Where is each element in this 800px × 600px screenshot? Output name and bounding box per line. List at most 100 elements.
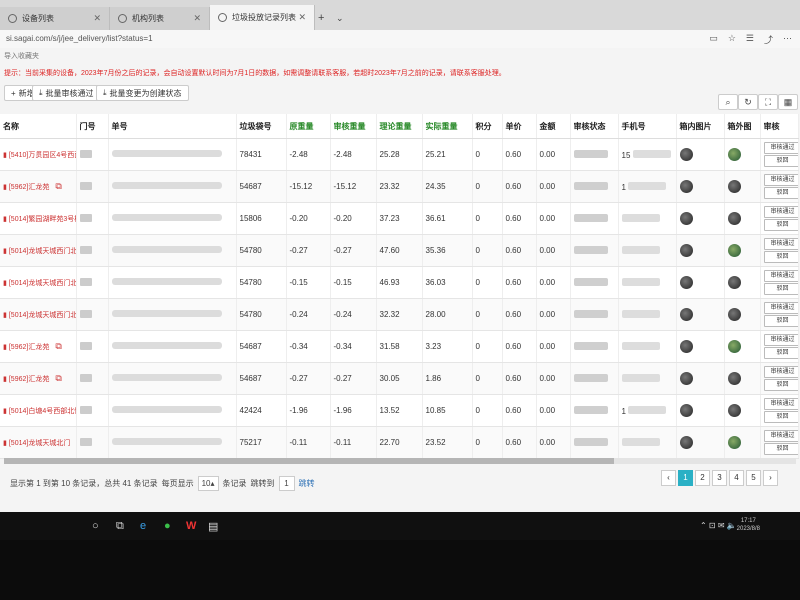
page-size-select[interactable]: 10 ▴ xyxy=(197,476,219,491)
tray-icons[interactable]: ⌃ ⊡ ✉ 🔈 xyxy=(700,521,737,530)
scrollbar-thumb[interactable] xyxy=(4,458,614,464)
page-button-1[interactable]: 1 xyxy=(678,470,693,486)
fullscreen-icon[interactable]: ⛶ xyxy=(758,94,778,110)
audit-reject-button[interactable]: 驳回 xyxy=(763,411,797,423)
table-row[interactable]: ▮[5410]万贯园区4号西面⧉78431-2.48-2.4825.2825.2… xyxy=(0,138,799,171)
col-header-order[interactable]: 单号 xyxy=(108,114,237,139)
close-icon[interactable]: ✕ xyxy=(193,13,201,24)
notepad-icon[interactable]: ▤ xyxy=(208,520,218,533)
site-name[interactable]: [5014]龙城天城西门北侧 xyxy=(9,312,75,319)
outside-image-thumbnail[interactable] xyxy=(727,148,741,161)
page-button-3[interactable]: 3 xyxy=(712,470,727,486)
col-header-outside-image[interactable]: 箱外图 xyxy=(724,114,761,139)
col-header-status[interactable]: 审核状态 xyxy=(570,114,619,139)
table-row[interactable]: ▮[5014]龙城天城西门北侧⧉54780-0.27-0.2747.6035.3… xyxy=(0,234,799,267)
site-name[interactable]: [5014]龙城天城西门北侧 xyxy=(9,280,75,287)
inside-image-thumbnail[interactable] xyxy=(679,372,693,385)
page-button-2[interactable]: 2 xyxy=(695,470,710,486)
col-header-name[interactable]: 名称 xyxy=(0,114,77,139)
site-name[interactable]: [5014]龙城天城北门 xyxy=(9,440,70,447)
batch-change-button[interactable]: ⤓ 批量变更为创建状态 xyxy=(96,85,189,101)
audit-pass-button[interactable]: 审核通过 xyxy=(763,238,797,250)
table-row[interactable]: ▮[5014]繁园湖畔苑3号楼旁⧉15806-0.20-0.2037.2336.… xyxy=(0,202,799,235)
refresh-icon[interactable]: ↻ xyxy=(738,94,758,110)
table-row[interactable]: ▮[5014]龙城天城北门⧉75217-0.11-0.1122.7023.520… xyxy=(0,426,799,459)
favorite-star-icon[interactable]: ☆ xyxy=(728,33,736,46)
audit-reject-button[interactable]: 驳回 xyxy=(763,315,797,327)
wps-icon[interactable]: W xyxy=(186,520,196,532)
col-header-points[interactable]: 积分 xyxy=(472,114,503,139)
name-cell[interactable]: ▮ [5962]汇龙苑 ⧉ xyxy=(0,330,77,363)
table-row[interactable]: ▮[5014]龙城天城西门北侧⧉54780-0.24-0.2432.3228.0… xyxy=(0,298,799,331)
audit-pass-button[interactable]: 审核通过 xyxy=(763,174,797,186)
col-header-orig-weight[interactable]: 原重量 xyxy=(286,114,331,139)
table-row[interactable]: ▮ [5962]汇龙苑 ⧉ 54687 -0.27 -0.27 30.05 1.86 0 0.60… xyxy=(0,362,799,395)
outside-image-thumbnail[interactable] xyxy=(727,340,741,353)
audit-reject-button[interactable]: 驳回 xyxy=(763,219,797,231)
site-name[interactable]: [5962]汇龙苑 xyxy=(9,344,49,351)
inside-image-thumbnail[interactable] xyxy=(679,148,693,161)
col-header-inside-image[interactable]: 箱内图片 xyxy=(676,114,725,139)
inside-image-thumbnail[interactable] xyxy=(679,404,693,417)
site-name[interactable]: [5962]汇龙苑 xyxy=(9,376,49,383)
tab-garbage-records[interactable]: 垃圾投放记录列表 ✕ xyxy=(210,5,315,30)
name-cell[interactable]: ▮[5014]龙城天城西门北侧⧉ xyxy=(0,298,77,331)
taskbar-clock[interactable]: 17:17 2023/8/8 xyxy=(737,517,760,533)
audit-pass-button[interactable]: 审核通过 xyxy=(763,366,797,378)
share-icon[interactable]: ⤴ xyxy=(764,33,773,46)
reading-view-icon[interactable]: ▭ xyxy=(709,33,718,46)
tab-device-list[interactable]: 设备列表 ✕ xyxy=(0,7,110,30)
outside-image-thumbnail[interactable] xyxy=(727,404,741,417)
audit-reject-button[interactable]: 驳回 xyxy=(763,379,797,391)
col-header-audit[interactable]: 审核 xyxy=(760,114,799,139)
audit-reject-button[interactable]: 驳回 xyxy=(763,251,797,263)
address-bar[interactable]: si.sagai.com/s/j/jee_delivery/list?statu… xyxy=(0,30,800,49)
audit-pass-button[interactable]: 审核通过 xyxy=(763,206,797,218)
batch-audit-button[interactable]: ⤓ 批量审核通过 xyxy=(32,85,101,101)
outside-image-thumbnail[interactable] xyxy=(727,276,741,289)
audit-pass-button[interactable]: 审核通过 xyxy=(763,302,797,314)
audit-reject-button[interactable]: 驳回 xyxy=(763,155,797,167)
name-cell[interactable]: ▮ [5962]汇龙苑 ⧉ xyxy=(0,362,77,395)
audit-pass-button[interactable]: 审核通过 xyxy=(763,334,797,346)
inside-image-thumbnail[interactable] xyxy=(679,276,693,289)
col-header-theory-weight[interactable]: 理论重量 xyxy=(376,114,423,139)
close-icon[interactable]: ✕ xyxy=(93,13,101,24)
name-cell[interactable]: ▮[5014]龙城天城北门⧉ xyxy=(0,426,77,459)
outside-image-thumbnail[interactable] xyxy=(727,180,741,193)
page-button-4[interactable]: 4 xyxy=(729,470,744,486)
table-row[interactable]: ▮[5014]白塘4号西部北侧⧉42424-1.96-1.9613.5210.8… xyxy=(0,394,799,427)
next-page-button[interactable]: › xyxy=(763,470,778,486)
inside-image-thumbnail[interactable] xyxy=(679,180,693,193)
more-icon[interactable]: ⋯ xyxy=(783,33,792,46)
table-row[interactable]: ▮[5014]龙城天城西门北侧⧉54780-0.15-0.1546.9336.0… xyxy=(0,266,799,299)
prev-page-button[interactable]: ‹ xyxy=(661,470,676,486)
inside-image-thumbnail[interactable] xyxy=(679,340,693,353)
external-link-icon[interactable]: ⧉ xyxy=(55,373,61,383)
name-cell[interactable]: ▮[5014]龙城天城西门北侧⧉ xyxy=(0,266,77,299)
url-text[interactable]: si.sagai.com/s/j/jee_delivery/list?statu… xyxy=(6,34,153,43)
outside-image-thumbnail[interactable] xyxy=(727,436,741,449)
site-name[interactable]: [5014]繁园湖畔苑3号楼旁 xyxy=(9,216,75,223)
site-name[interactable]: [5962]汇龙苑 xyxy=(9,184,49,191)
site-name[interactable]: [5410]万贯园区4号西面 xyxy=(9,152,75,159)
bookmark-import[interactable]: 导入收藏夹 xyxy=(4,51,39,61)
search-icon[interactable]: ⌕ xyxy=(718,94,738,110)
jump-input[interactable]: 1 xyxy=(278,476,295,491)
site-name[interactable]: [5014]龙城天城西门北侧 xyxy=(9,248,75,255)
outside-image-thumbnail[interactable] xyxy=(727,372,741,385)
inside-image-thumbnail[interactable] xyxy=(679,244,693,257)
outside-image-thumbnail[interactable] xyxy=(727,244,741,257)
chevron-down-icon[interactable]: ⌄ xyxy=(336,13,344,24)
audit-reject-button[interactable]: 驳回 xyxy=(763,443,797,455)
col-header-bag[interactable]: 垃圾袋号 xyxy=(236,114,287,139)
columns-icon[interactable]: ▦ xyxy=(778,94,798,110)
horizontal-scrollbar[interactable] xyxy=(4,458,796,464)
favorites-icon[interactable]: ☰ xyxy=(746,33,754,46)
tab-org-list[interactable]: 机构列表 ✕ xyxy=(110,7,210,30)
external-link-icon[interactable]: ⧉ xyxy=(55,181,61,191)
name-cell[interactable]: ▮[5014]白塘4号西部北侧⧉ xyxy=(0,394,77,427)
inside-image-thumbnail[interactable] xyxy=(679,212,693,225)
table-row[interactable]: ▮ [5962]汇龙苑 ⧉ 54687 -15.12 -15.12 23.32 24.35 0 0… xyxy=(0,170,799,203)
col-header-amount[interactable]: 金额 xyxy=(536,114,571,139)
